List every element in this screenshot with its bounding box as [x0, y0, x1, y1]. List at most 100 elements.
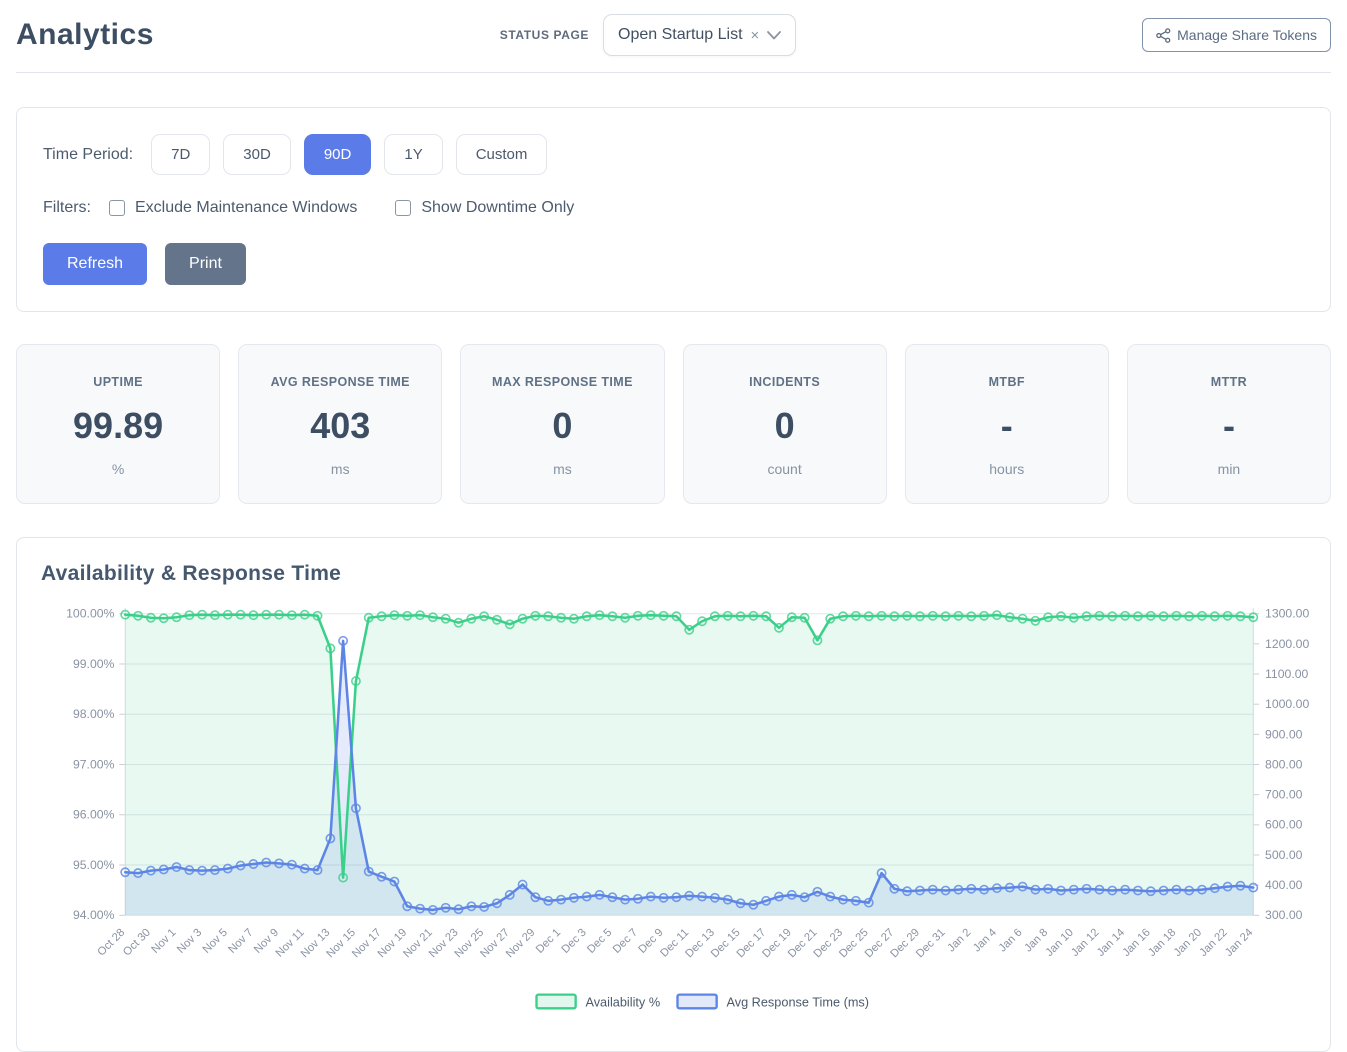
svg-text:400.00: 400.00: [1265, 878, 1303, 892]
filter-label: Exclude Maintenance Windows: [135, 199, 357, 217]
svg-text:1300.00: 1300.00: [1265, 607, 1309, 621]
svg-text:96.00%: 96.00%: [73, 808, 115, 822]
time-period-90d-button[interactable]: 90D: [304, 134, 372, 175]
svg-text:Jan 20: Jan 20: [1172, 927, 1204, 959]
svg-text:Availability %: Availability %: [585, 994, 660, 1009]
refresh-button[interactable]: Refresh: [43, 243, 147, 285]
stat-card-uptime: UPTIME 99.89%: [16, 344, 220, 504]
filters-row: Filters: Exclude Maintenance Windows Show…: [43, 199, 1304, 217]
svg-text:Jan 18: Jan 18: [1146, 927, 1178, 959]
stat-label: UPTIME: [25, 375, 211, 389]
stat-unit: min: [1136, 461, 1322, 477]
svg-text:99.00%: 99.00%: [73, 657, 115, 671]
header: Analytics STATUS PAGE Open Startup List …: [16, 0, 1331, 73]
controls-panel: Time Period: 7D 30D 90D 1Y Custom Filters: E…: [16, 107, 1331, 312]
stat-label: MTTR: [1136, 375, 1322, 389]
svg-text:Avg Response Time (ms): Avg Response Time (ms): [726, 994, 869, 1009]
status-page-selected-value: Open Startup List: [618, 26, 743, 44]
stat-unit: count: [692, 461, 878, 477]
svg-text:Jan 12: Jan 12: [1069, 927, 1101, 959]
stat-value: 0: [692, 405, 878, 447]
analytics-page: Analytics STATUS PAGE Open Startup List …: [0, 0, 1347, 1052]
svg-text:Jan 6: Jan 6: [997, 927, 1025, 955]
time-period-label: Time Period:: [43, 146, 133, 164]
stat-value: 99.89: [25, 405, 211, 447]
stat-value: 0: [469, 405, 655, 447]
svg-text:Dec 31: Dec 31: [914, 927, 948, 961]
svg-text:Oct 28: Oct 28: [95, 927, 127, 959]
stat-value: -: [1136, 405, 1322, 447]
checkbox-icon[interactable]: [395, 200, 411, 216]
stat-value: -: [914, 405, 1100, 447]
svg-text:94.00%: 94.00%: [73, 908, 115, 922]
stat-label: INCIDENTS: [692, 375, 878, 389]
chart-panel: Availability & Response Time 100.00% 99.0…: [16, 537, 1331, 1052]
stat-label: MAX RESPONSE TIME: [469, 375, 655, 389]
actions-row: Refresh Print: [43, 243, 1304, 285]
print-button[interactable]: Print: [165, 243, 246, 285]
stat-value: 403: [247, 405, 433, 447]
svg-text:1000.00: 1000.00: [1265, 697, 1309, 711]
stat-card-avg-response-time: AVG RESPONSE TIME403ms: [238, 344, 442, 504]
checkbox-icon[interactable]: [109, 200, 125, 216]
svg-text:Dec 1: Dec 1: [534, 927, 563, 956]
status-page-group: STATUS PAGE Open Startup List ×: [500, 14, 797, 56]
svg-text:Nov 1: Nov 1: [149, 927, 178, 956]
filter-label: Show Downtime Only: [421, 199, 574, 217]
status-page-select[interactable]: Open Startup List ×: [603, 14, 796, 56]
chart-title: Availability & Response Time: [41, 562, 1314, 586]
filter-checkboxes: Exclude Maintenance Windows Show Downtime…: [109, 199, 612, 217]
share-icon: [1156, 28, 1171, 43]
svg-text:700.00: 700.00: [1265, 788, 1303, 802]
manage-share-tokens-button[interactable]: Manage Share Tokens: [1142, 18, 1331, 52]
svg-text:95.00%: 95.00%: [73, 858, 115, 872]
availability-chart[interactable]: 100.00%99.00%98.00%97.00%96.00%95.00%94.…: [41, 600, 1314, 1043]
svg-text:600.00: 600.00: [1265, 818, 1303, 832]
svg-text:Jan 2: Jan 2: [945, 927, 973, 955]
time-period-custom-button[interactable]: Custom: [456, 134, 548, 175]
svg-text:900.00: 900.00: [1265, 727, 1303, 741]
time-period-7d-button[interactable]: 7D: [151, 134, 210, 175]
legend-availability[interactable]: Availability %: [536, 994, 660, 1009]
svg-text:Jan 16: Jan 16: [1120, 927, 1152, 959]
stat-label: AVG RESPONSE TIME: [247, 375, 433, 389]
svg-text:Jan 10: Jan 10: [1044, 927, 1076, 959]
filter-0[interactable]: Exclude Maintenance Windows: [109, 199, 357, 217]
svg-text:97.00%: 97.00%: [73, 757, 115, 771]
svg-text:Jan 4: Jan 4: [971, 927, 999, 955]
svg-text:Jan 14: Jan 14: [1095, 927, 1127, 959]
stat-unit: hours: [914, 461, 1100, 477]
svg-text:Nov 3: Nov 3: [175, 927, 204, 956]
stat-unit: ms: [469, 461, 655, 477]
time-period-buttons: 7D 30D 90D 1Y Custom: [151, 134, 560, 175]
svg-text:Oct 30: Oct 30: [121, 927, 153, 959]
manage-share-tokens-label: Manage Share Tokens: [1177, 27, 1317, 43]
svg-text:Nov 29: Nov 29: [504, 927, 538, 961]
svg-text:Nov 7: Nov 7: [226, 927, 255, 956]
filter-1[interactable]: Show Downtime Only: [395, 199, 574, 217]
svg-text:Dec 5: Dec 5: [585, 927, 614, 956]
chart-wrap: 100.00%99.00%98.00%97.00%96.00%95.00%94.…: [41, 600, 1314, 1043]
svg-text:500.00: 500.00: [1265, 848, 1303, 862]
stat-unit: %: [25, 461, 211, 477]
chevron-down-icon[interactable]: [767, 31, 781, 40]
stat-label: MTBF: [914, 375, 1100, 389]
page-title: Analytics: [16, 18, 154, 52]
legend-response-time[interactable]: Avg Response Time (ms): [678, 994, 870, 1009]
svg-text:1100.00: 1100.00: [1265, 667, 1309, 681]
svg-text:Jan 22: Jan 22: [1197, 927, 1229, 959]
stat-card-incidents: INCIDENTS 0 count: [683, 344, 887, 504]
time-period-1y-button[interactable]: 1Y: [384, 134, 442, 175]
svg-text:Dec 3: Dec 3: [560, 927, 589, 956]
stat-card-mtbf: MTBF - hours: [905, 344, 1109, 504]
clear-selection-icon[interactable]: ×: [751, 27, 760, 44]
svg-text:100.00%: 100.00%: [66, 607, 114, 621]
stat-card-max-response-time: MAX RESPONSE TIME 0 ms: [460, 344, 664, 504]
svg-text:Dec 7: Dec 7: [611, 927, 640, 956]
time-period-30d-button[interactable]: 30D: [223, 134, 291, 175]
svg-text:Jan 24: Jan 24: [1223, 927, 1255, 959]
svg-text:800.00: 800.00: [1265, 757, 1303, 771]
svg-text:1200.00: 1200.00: [1265, 637, 1309, 651]
filters-label: Filters:: [43, 199, 91, 217]
status-page-label: STATUS PAGE: [500, 28, 589, 42]
